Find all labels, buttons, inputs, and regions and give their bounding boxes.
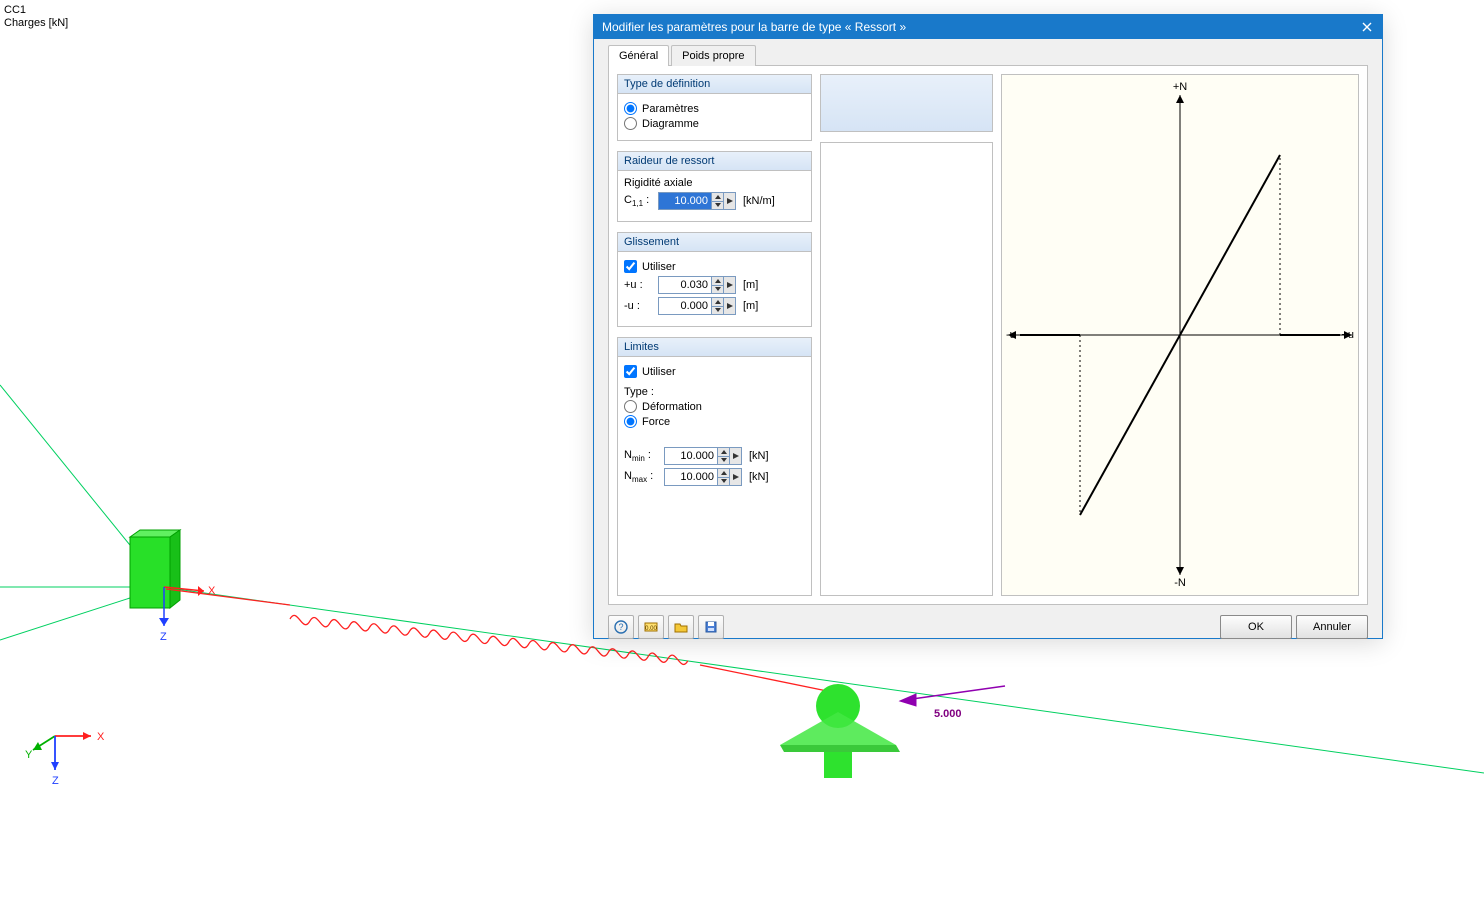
nmax-label: Nmax : — [624, 470, 660, 484]
radio-parameters[interactable]: Paramètres — [624, 102, 805, 115]
type-label: Type : — [624, 386, 805, 398]
empty-panel — [820, 142, 993, 596]
spin-jump-icon[interactable] — [723, 193, 735, 209]
checkbox-limits-input[interactable] — [624, 365, 637, 378]
cancel-button[interactable]: Annuler — [1296, 615, 1368, 639]
nmin-input[interactable] — [665, 448, 717, 464]
units-label: Charges [kN] — [4, 17, 68, 30]
group-header: Glissement — [618, 233, 811, 252]
minus-u-input[interactable] — [659, 298, 711, 314]
checkbox-slip-use[interactable]: Utiliser — [624, 260, 805, 273]
checkbox-label: Utiliser — [642, 366, 676, 378]
spin-up-icon[interactable] — [712, 193, 723, 201]
unit-label: [kN] — [749, 471, 769, 483]
open-button[interactable] — [668, 615, 694, 639]
radio-diagram-input[interactable] — [624, 117, 637, 130]
loadcase-label: CC1 — [4, 4, 68, 17]
radio-deformation[interactable]: Déformation — [624, 400, 805, 413]
radio-label: Diagramme — [642, 118, 699, 130]
minus-u-spinner[interactable] — [658, 297, 736, 315]
spin-jump-icon[interactable] — [723, 298, 735, 314]
nmin-spinner[interactable] — [664, 447, 742, 465]
group-header: Raideur de ressort — [618, 152, 811, 171]
checkbox-label: Utiliser — [642, 261, 676, 273]
axis-label-plus-u: +u — [1341, 329, 1354, 341]
minus-u-label: -u : — [624, 300, 654, 312]
axis-label-plus-n: +N — [1173, 81, 1187, 93]
nmax-spinner[interactable] — [664, 468, 742, 486]
svg-text:Z: Z — [160, 631, 167, 643]
checkbox-slip-input[interactable] — [624, 260, 637, 273]
nmin-label: Nmin : — [624, 449, 660, 463]
svg-text:0.00: 0.00 — [645, 626, 657, 632]
stiffness-label: Rigidité axiale — [624, 177, 805, 189]
spin-down-icon[interactable] — [712, 201, 723, 210]
viewport-info: CC1 Charges [kN] — [4, 4, 68, 30]
c11-input[interactable] — [659, 193, 711, 209]
svg-text:?: ? — [618, 622, 623, 632]
group-header: Type de définition — [618, 75, 811, 94]
spin-jump-icon[interactable] — [729, 448, 741, 464]
plus-u-input[interactable] — [659, 277, 711, 293]
group-definition-type: Type de définition Paramètres Diagramme — [617, 74, 812, 141]
axis-label-minus-n: -N — [1174, 577, 1186, 589]
spin-down-icon[interactable] — [712, 306, 723, 315]
edit-spring-dialog: Modifier les paramètres pour la barre de… — [593, 14, 1383, 639]
radio-label: Déformation — [642, 401, 702, 413]
support-fixed — [130, 530, 180, 608]
group-limits: Limites Utiliser Type : Déformation Forc — [617, 337, 812, 596]
empty-group-top — [820, 74, 993, 132]
spin-jump-icon[interactable] — [723, 277, 735, 293]
spin-down-icon[interactable] — [718, 477, 729, 486]
svg-text:X: X — [97, 731, 105, 743]
unit-label: [m] — [743, 279, 758, 291]
load-value: 5.000 — [934, 708, 962, 720]
radio-parameters-input[interactable] — [624, 102, 637, 115]
spin-up-icon[interactable] — [718, 469, 729, 477]
svg-text:Z: Z — [52, 775, 59, 787]
spin-jump-icon[interactable] — [729, 469, 741, 485]
save-button[interactable] — [698, 615, 724, 639]
global-axis-triad: X Y Z — [25, 708, 105, 788]
radio-force[interactable]: Force — [624, 415, 805, 428]
units-button[interactable]: 0.00 — [638, 615, 664, 639]
tab-general[interactable]: Général — [608, 45, 669, 66]
checkbox-limits-use[interactable]: Utiliser — [624, 365, 805, 378]
radio-label: Force — [642, 416, 670, 428]
force-displacement-diagram: +N -N +u -u — [1001, 74, 1359, 596]
unit-label: [kN] — [749, 450, 769, 462]
plus-u-spinner[interactable] — [658, 276, 736, 294]
radio-label: Paramètres — [642, 103, 699, 115]
unit-label: [kN/m] — [743, 195, 775, 207]
c11-spinner[interactable] — [658, 192, 736, 210]
help-button[interactable]: ? — [608, 615, 634, 639]
group-stiffness: Raideur de ressort Rigidité axiale C1,1 … — [617, 151, 812, 222]
spin-down-icon[interactable] — [712, 285, 723, 294]
nmax-input[interactable] — [665, 469, 717, 485]
svg-text:Y: Y — [25, 749, 33, 761]
group-header: Limites — [618, 338, 811, 357]
spin-down-icon[interactable] — [718, 456, 729, 465]
c11-label: C1,1 : — [624, 194, 654, 208]
group-slip: Glissement Utiliser +u : [m] — [617, 232, 812, 327]
ok-button[interactable]: OK — [1220, 615, 1292, 639]
dialog-title: Modifier les paramètres pour la barre de… — [602, 20, 906, 34]
close-icon[interactable] — [1352, 15, 1382, 39]
tab-self-weight[interactable]: Poids propre — [671, 45, 755, 66]
radio-force-input[interactable] — [624, 415, 637, 428]
radio-deformation-input[interactable] — [624, 400, 637, 413]
radio-diagram[interactable]: Diagramme — [624, 117, 805, 130]
axis-label-minus-u: -u — [1006, 329, 1016, 341]
unit-label: [m] — [743, 300, 758, 312]
plus-u-label: +u : — [624, 279, 654, 291]
spin-up-icon[interactable] — [712, 277, 723, 285]
spin-up-icon[interactable] — [718, 448, 729, 456]
spin-up-icon[interactable] — [712, 298, 723, 306]
support-pinned — [780, 684, 900, 778]
dialog-titlebar[interactable]: Modifier les paramètres pour la barre de… — [594, 15, 1382, 39]
